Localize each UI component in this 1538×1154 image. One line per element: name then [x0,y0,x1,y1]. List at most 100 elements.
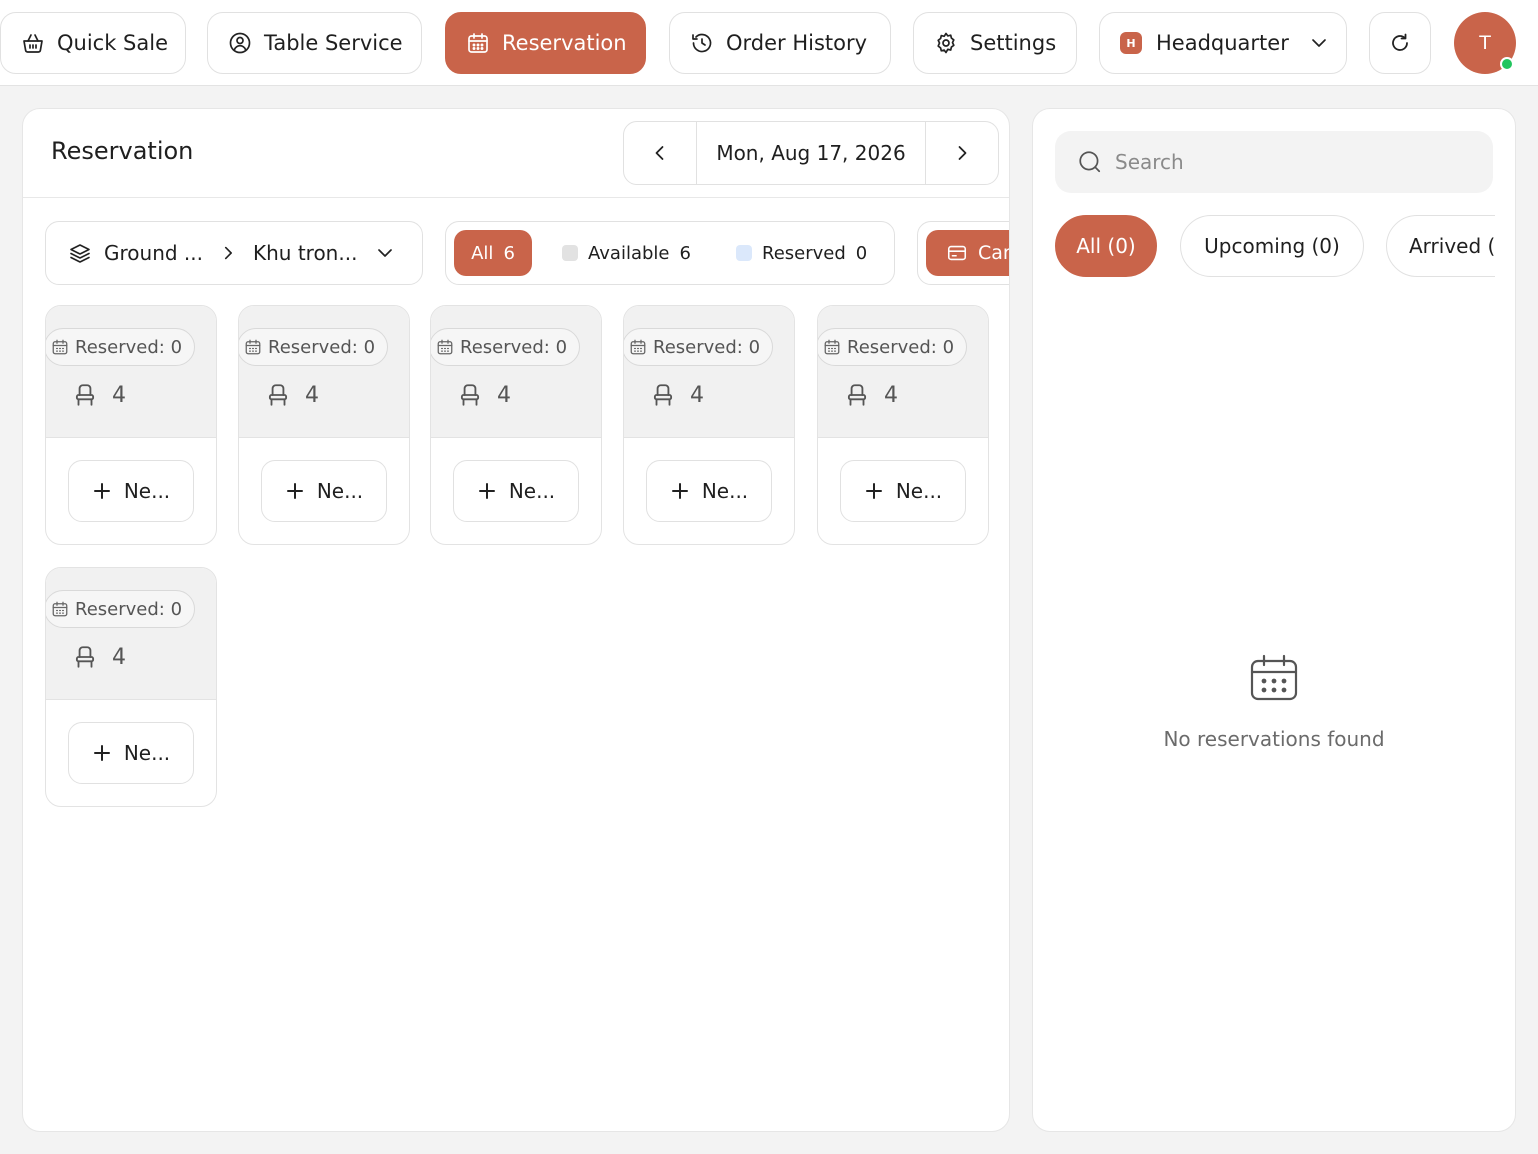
new-reservation-button[interactable]: Ne... [840,460,966,522]
empty-calendar-icon [1249,653,1299,703]
new-reservation-button[interactable]: Ne... [646,460,772,522]
table-card[interactable]: Reserved: 0 4 Ne... [45,305,217,545]
chevron-down-icon [375,243,395,263]
calendar-icon [51,600,69,618]
plus-icon [864,481,884,501]
reserved-count-label: Reserved: 0 [75,598,183,620]
calendar-icon [436,338,454,356]
filter-available[interactable]: Available 6 [562,230,691,276]
current-date[interactable]: Mon, Aug 17, 2026 [696,122,926,184]
chair-icon [650,382,676,408]
calendar-icon [244,338,262,356]
next-day-button[interactable] [926,122,998,184]
plus-icon [670,481,690,501]
waiter-icon [228,31,252,55]
reserved-count-label: Reserved: 0 [75,336,183,358]
reservation-panel: Reservation Mon, Aug 17, 2026 Ground ... [22,108,1010,1132]
new-reservation-label: Ne... [316,479,364,503]
reservation-tab-label: Reservation [502,31,627,55]
header-divider [23,197,1009,198]
branch-selector[interactable]: H Headquarter [1099,12,1347,74]
chevron-right-icon [219,244,237,262]
table-card-header: Reserved: 0 4 [239,306,409,438]
order-history-button[interactable]: Order History [669,12,891,74]
seat-capacity: 4 [844,382,898,408]
page-title: Reservation [51,137,194,165]
view-toggle: Card [917,221,1010,285]
refresh-button[interactable] [1369,12,1431,74]
filter-all-label: All [471,242,494,264]
reservation-tab-button[interactable]: Reservation [445,12,646,74]
card-view-button[interactable]: Card [926,230,1010,276]
seat-count: 4 [690,382,704,408]
new-reservation-button[interactable]: Ne... [68,722,194,784]
table-card-header: Reserved: 0 4 [46,568,216,700]
quick-sale-button[interactable]: Quick Sale [0,12,186,74]
search-input[interactable] [1115,150,1493,174]
filter-all[interactable]: All 6 [454,230,532,276]
new-reservation-button[interactable]: Ne... [261,460,387,522]
chevron-down-icon [1309,33,1329,53]
tab-all[interactable]: All (0) [1055,215,1157,277]
reserved-count-badge: Reserved: 0 [46,590,196,628]
filter-reserved[interactable]: Reserved 0 [736,230,867,276]
floor-area-selector[interactable]: Ground ... Khu tron... [45,221,423,285]
seat-count: 4 [305,382,319,408]
table-service-button[interactable]: Table Service [207,12,422,74]
reserved-count-badge: Reserved: 0 [431,328,581,366]
chevron-right-icon [952,143,972,163]
branch-name: Headquarter [1156,31,1289,55]
online-status-dot [1500,57,1514,71]
plus-icon [477,481,497,501]
status-filter-group: All 6 Available 6 Reserved 0 [445,221,895,285]
card-view-label: Card [978,242,1010,264]
chair-icon [72,382,98,408]
card-icon [946,242,968,264]
reserved-count-badge: Reserved: 0 [46,328,196,366]
filter-all-count: 6 [503,242,515,264]
seat-capacity: 4 [650,382,704,408]
search-icon [1077,149,1103,175]
previous-day-button[interactable] [624,122,696,184]
order-history-label: Order History [726,31,868,55]
new-reservation-button[interactable]: Ne... [453,460,579,522]
table-card[interactable]: Reserved: 0 4 Ne... [817,305,989,545]
reservation-list-panel: All (0) Upcoming (0) Arrived ( No reserv… [1032,108,1516,1132]
table-card-header: Reserved: 0 4 [46,306,216,438]
tab-arrived[interactable]: Arrived ( [1386,215,1495,277]
tab-upcoming[interactable]: Upcoming (0) [1180,215,1364,277]
seat-capacity: 4 [457,382,511,408]
filter-reserved-label: Reserved [762,242,846,264]
layers-icon [68,241,92,265]
seat-count: 4 [497,382,511,408]
table-card-header: Reserved: 0 4 [431,306,601,438]
table-card[interactable]: Reserved: 0 4 Ne... [45,567,217,807]
seat-count: 4 [112,644,126,670]
chevron-left-icon [650,143,670,163]
table-card[interactable]: Reserved: 0 4 Ne... [430,305,602,545]
zone-name: Khu tron... [253,241,358,265]
seat-capacity: 4 [72,382,126,408]
reserved-count-badge: Reserved: 0 [624,328,774,366]
filter-reserved-count: 0 [855,242,868,264]
reserved-count-badge: Reserved: 0 [818,328,968,366]
reserved-count-label: Reserved: 0 [268,336,376,358]
chair-icon [844,382,870,408]
new-reservation-label: Ne... [123,479,171,503]
table-card[interactable]: Reserved: 0 4 Ne... [238,305,410,545]
table-card[interactable]: Reserved: 0 4 Ne... [623,305,795,545]
quick-sale-label: Quick Sale [57,31,169,55]
filter-available-label: Available [588,242,670,264]
date-navigator: Mon, Aug 17, 2026 [623,121,999,185]
reserved-count-label: Reserved: 0 [653,336,761,358]
plus-icon [92,743,112,763]
new-reservation-label: Ne... [508,479,556,503]
plus-icon [92,481,112,501]
new-reservation-label: Ne... [895,479,943,503]
history-icon [690,31,714,55]
avatar-initial: T [1479,32,1491,54]
settings-button[interactable]: Settings [913,12,1077,74]
calendar-icon [629,338,647,356]
new-reservation-label: Ne... [123,741,171,765]
new-reservation-button[interactable]: Ne... [68,460,194,522]
